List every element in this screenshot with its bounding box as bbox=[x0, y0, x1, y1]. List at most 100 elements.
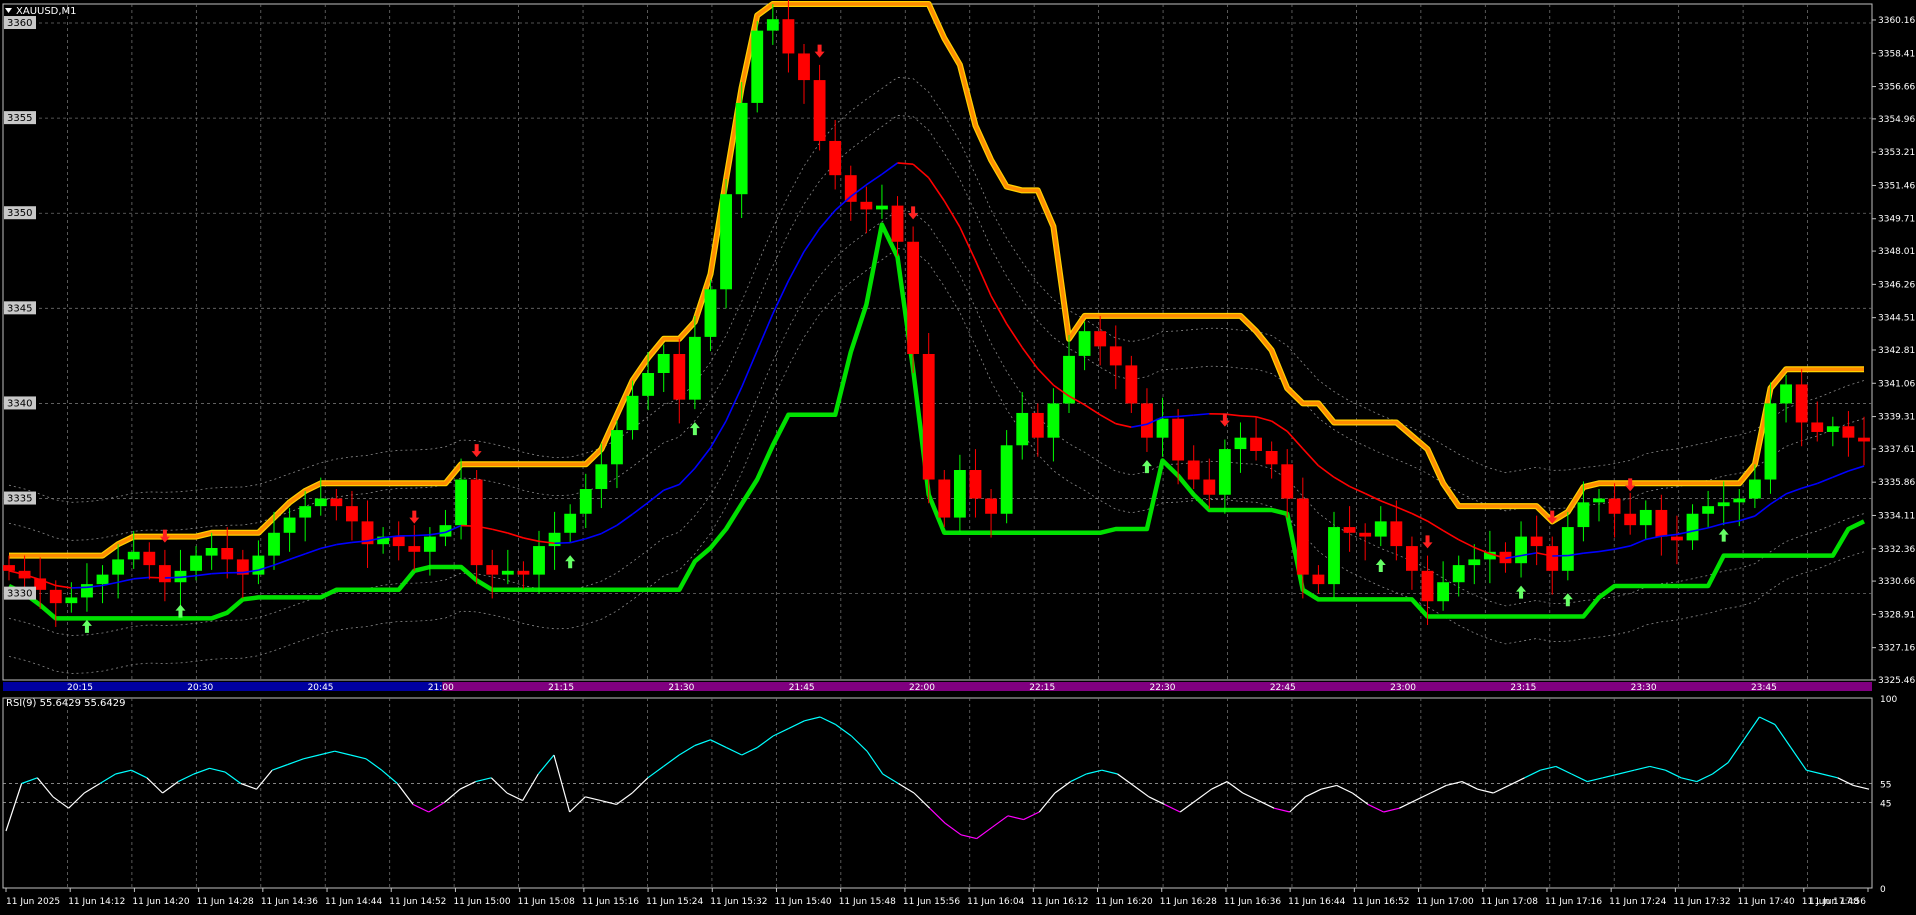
rsi-segment bbox=[866, 750, 884, 775]
level-label: 3355 bbox=[7, 113, 32, 124]
ma-segment bbox=[1473, 546, 1491, 555]
chart-window[interactable]: 20:15 20:30 20:45 21:00 21:15 21:30 21:45 22:00… bbox=[0, 0, 1916, 915]
date-label: 11 Jun 14:44 bbox=[325, 897, 382, 907]
rsi-segment bbox=[819, 716, 837, 726]
candle-body bbox=[221, 547, 234, 560]
ma-segment bbox=[772, 280, 790, 315]
rsi-segment bbox=[1618, 769, 1635, 775]
rsi-segment bbox=[1305, 788, 1322, 798]
buy-arrow-icon bbox=[565, 555, 576, 569]
candle-body bbox=[1374, 521, 1387, 537]
rsi-segment bbox=[1524, 769, 1541, 779]
ma-segment bbox=[1754, 503, 1771, 517]
ma-segment bbox=[523, 537, 540, 543]
upper-band-glow bbox=[9, 1, 1864, 559]
candle-body bbox=[1811, 422, 1824, 432]
candle-body bbox=[1515, 536, 1527, 564]
rsi-segment bbox=[647, 765, 664, 779]
session-time-label: 23:00 bbox=[1390, 683, 1416, 693]
date-label: 11 Jun 17:32 bbox=[1673, 897, 1730, 907]
rsi-segment bbox=[52, 796, 69, 809]
rsi-segment bbox=[506, 792, 523, 802]
rsi-segment bbox=[1602, 773, 1619, 779]
collapse-triangle-icon[interactable] bbox=[5, 8, 12, 13]
rsi-segment bbox=[788, 720, 805, 729]
date-label: 11 Jun 2025 bbox=[6, 897, 60, 907]
candle-body bbox=[1780, 384, 1792, 404]
candle-body bbox=[127, 551, 140, 560]
candle-body bbox=[844, 175, 857, 202]
rsi-segment bbox=[944, 822, 962, 836]
ma-segment bbox=[461, 524, 477, 528]
candle-body bbox=[1265, 450, 1278, 465]
level-label: 3350 bbox=[7, 208, 32, 219]
ma-segment bbox=[912, 163, 930, 179]
rsi-segment bbox=[1680, 777, 1697, 783]
ma-segment bbox=[320, 543, 337, 550]
ma-segment bbox=[1286, 430, 1304, 450]
ma-segment bbox=[928, 177, 945, 202]
buy-arrow-icon bbox=[1516, 585, 1527, 599]
rsi-segment bbox=[1367, 803, 1384, 813]
date-label: 11 Jun 16:52 bbox=[1352, 897, 1409, 907]
session-time-label: 22:15 bbox=[1029, 683, 1055, 693]
lower-band bbox=[8, 222, 1865, 621]
price-tick-label: 3349.71 bbox=[1878, 215, 1915, 225]
rsi-segment bbox=[1712, 762, 1729, 775]
rsi-segment bbox=[1289, 796, 1306, 813]
date-label: 11 Jun 17:56 bbox=[1809, 897, 1866, 907]
ma-segment bbox=[647, 489, 665, 504]
rsi-segment bbox=[1054, 781, 1071, 794]
ma-segment bbox=[55, 584, 72, 589]
rsi-segment bbox=[1164, 803, 1181, 813]
ma-segment bbox=[1099, 414, 1117, 425]
candles bbox=[3, 0, 1870, 627]
candle-body bbox=[720, 194, 732, 290]
candle-body bbox=[1156, 418, 1169, 438]
candle-body bbox=[891, 205, 904, 242]
candle-body bbox=[1437, 582, 1450, 602]
candle-body bbox=[1312, 574, 1325, 585]
ma-segment bbox=[1739, 515, 1756, 522]
candle-body bbox=[1468, 559, 1481, 566]
ma-segment bbox=[1598, 548, 1615, 553]
candle-body bbox=[564, 513, 577, 533]
candle-body bbox=[392, 536, 405, 547]
ma-segment bbox=[1458, 538, 1475, 549]
session-time-label: 22:30 bbox=[1150, 683, 1176, 693]
session-time-label: 20:45 bbox=[308, 683, 334, 693]
rsi-level-label: 0 bbox=[1880, 885, 1886, 895]
candle-body bbox=[1078, 331, 1091, 356]
price-tick-label: 3360.16 bbox=[1878, 16, 1915, 26]
rsi-segment bbox=[318, 750, 335, 756]
price-tick-label: 3337.61 bbox=[1878, 445, 1915, 455]
rsi-segment bbox=[1649, 765, 1666, 771]
ma-segment bbox=[1178, 414, 1194, 418]
candle-body bbox=[611, 430, 623, 465]
date-label: 11 Jun 16:44 bbox=[1288, 897, 1345, 907]
rsi-segment bbox=[1101, 769, 1118, 775]
candle-body bbox=[1842, 426, 1855, 438]
candle-body bbox=[533, 546, 545, 575]
candle-body bbox=[735, 102, 748, 195]
level-label: 3335 bbox=[7, 494, 32, 505]
price-chart[interactable]: 20:15 20:30 20:45 21:00 21:15 21:30 21:45 22:00… bbox=[0, 0, 1916, 915]
candle-body bbox=[860, 201, 873, 210]
price-tick-label: 3328.91 bbox=[1878, 610, 1915, 620]
rsi-segment bbox=[1461, 781, 1478, 790]
ma-segment bbox=[1271, 420, 1288, 432]
ma-segment bbox=[1349, 485, 1366, 495]
candle-body bbox=[1795, 384, 1808, 423]
ma-segment bbox=[554, 541, 571, 545]
buy-arrow-icon bbox=[1141, 460, 1152, 474]
sell-arrow-icon bbox=[1422, 535, 1433, 549]
session-time-label: 23:30 bbox=[1631, 683, 1657, 693]
price-tick-label: 3335.86 bbox=[1878, 478, 1915, 488]
rsi-segment bbox=[1430, 784, 1447, 794]
dotted-band-upper bbox=[8, 114, 1865, 541]
ma-segment bbox=[1583, 550, 1600, 554]
session-time-label: 21:45 bbox=[789, 683, 815, 693]
rsi-level-label: 55 bbox=[1880, 781, 1891, 791]
candle-body bbox=[1000, 445, 1013, 514]
candle-body bbox=[922, 353, 935, 480]
